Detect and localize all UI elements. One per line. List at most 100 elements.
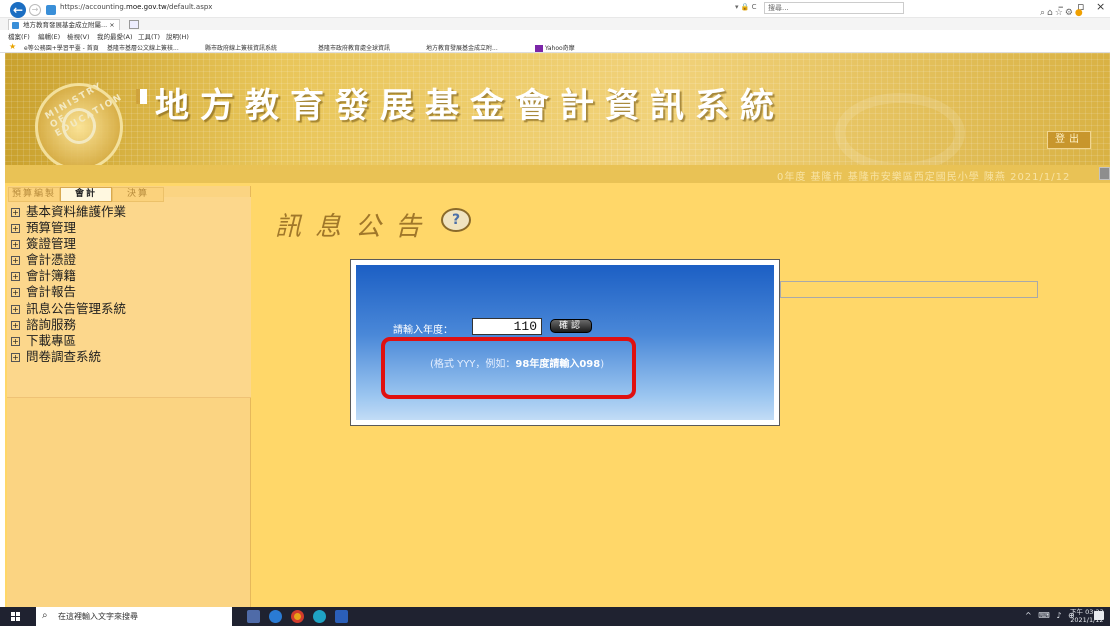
- background-input-box: [780, 281, 1038, 298]
- sidebar-item-basic-data[interactable]: + 基本資料維護作業: [11, 204, 126, 220]
- tab-final-accounts[interactable]: 決算: [112, 187, 164, 202]
- tab-accounting[interactable]: 會計: [60, 187, 112, 202]
- screen: ← → https://accounting.moe.gov.tw/defaul…: [0, 0, 1110, 626]
- favorite-link-yahoo[interactable]: Yahoo奇摩: [535, 43, 575, 52]
- url-domain: moe.gov.tw: [126, 3, 167, 11]
- notification-icon[interactable]: [1094, 611, 1104, 620]
- menu-file[interactable]: 檔案(F): [8, 31, 30, 41]
- sidebar: 預算編製 會計 決算 + 基本資料維護作業 + 預算管理 + 簽證管理 + 會計憑證 +…: [7, 186, 251, 607]
- confirm-button[interactable]: 確認: [550, 319, 592, 333]
- sidebar-item-label: 會計簿籍: [26, 268, 77, 284]
- user-status-text: 0年度 基隆市 基隆市安樂區西定國民小學 陳燕 2021/1/12: [777, 172, 1071, 183]
- home-icon[interactable]: ⌂: [1047, 8, 1055, 18]
- news-speech-bubble-icon: ?: [441, 208, 471, 232]
- taskbar-search-input[interactable]: ⌕ 在這裡輸入文字來搜尋: [36, 607, 232, 626]
- address-tools[interactable]: ▾ 🔒 C: [735, 3, 757, 11]
- yahoo-label: Yahoo奇摩: [545, 45, 575, 52]
- browser-tab[interactable]: 地方教育發展基金成立附屬... ×: [8, 19, 120, 30]
- tab-budget[interactable]: 預算編製: [8, 187, 60, 202]
- address-url[interactable]: https://accounting.moe.gov.tw/default.as…: [60, 3, 212, 11]
- sidebar-item-label: 會計憑證: [26, 252, 77, 268]
- internet-explorer-icon[interactable]: [269, 610, 282, 623]
- menu-help[interactable]: 說明(H): [166, 31, 189, 41]
- sidebar-item-label: 下載專區: [26, 332, 77, 348]
- browser-toolbar-icons[interactable]: ⌕⌂☆⚙●: [1040, 8, 1085, 18]
- logout-button[interactable]: 登出: [1047, 131, 1091, 149]
- tab-title: 地方教育發展基金成立附屬... ×: [23, 21, 115, 29]
- sidebar-item-ledgers[interactable]: + 會計簿籍: [11, 268, 126, 284]
- taskbar-search-placeholder: 在這裡輸入文字來搜尋: [58, 612, 138, 621]
- expand-plus-icon[interactable]: +: [11, 208, 20, 217]
- start-icon-pane: [16, 612, 20, 616]
- expand-plus-icon[interactable]: +: [11, 256, 20, 266]
- edge-icon[interactable]: [313, 610, 326, 623]
- expand-plus-icon[interactable]: +: [11, 288, 20, 298]
- favorite-link-3[interactable]: 縣市政府線上簽核資訊系統: [205, 43, 277, 52]
- sidebar-item-budget[interactable]: + 預算管理: [11, 220, 126, 236]
- back-arrow-icon[interactable]: ←: [10, 2, 26, 18]
- favorite-link-1[interactable]: e等公務園+學習平臺 - 首頁: [24, 43, 99, 52]
- expand-plus-icon[interactable]: +: [11, 320, 20, 330]
- menu-view[interactable]: 檢視(V): [67, 31, 90, 41]
- chrome-icon[interactable]: [291, 610, 304, 623]
- sidebar-nav-list: + 基本資料維護作業 + 預算管理 + 簽證管理 + 會計憑證 + 會計簿籍 + 會計報告 …: [11, 204, 126, 365]
- expand-plus-icon[interactable]: +: [11, 224, 20, 234]
- favorite-link-2[interactable]: 基隆市基層公文線上簽核...: [107, 43, 179, 52]
- sidebar-item-label: 簽證管理: [26, 236, 77, 252]
- favorites-bar: ★ e等公務園+學習平臺 - 首頁 基隆市基層公文線上簽核... 縣市政府線上簽…: [0, 41, 1110, 53]
- status-bar-button[interactable]: [1099, 167, 1110, 180]
- favorites-star-icon[interactable]: ★: [9, 43, 16, 51]
- sidebar-item-label: 預算管理: [26, 220, 77, 236]
- search-icon: ⌕: [42, 610, 48, 621]
- file-explorer-icon[interactable]: [247, 610, 260, 623]
- ministry-of-education-logo: MINISTRY OF EDUCATION: [35, 81, 125, 171]
- browser-menu-bar: 檔案(F) 編輯(E) 檢視(V) 我的最愛(A) 工具(T) 說明(H): [0, 30, 1110, 41]
- sidebar-item-surveys[interactable]: + 問卷調查系統: [11, 349, 126, 365]
- search-icon[interactable]: ⌕: [1040, 8, 1047, 18]
- word-app-icon[interactable]: [335, 610, 348, 623]
- forward-arrow-icon[interactable]: →: [29, 4, 41, 16]
- start-icon-pane: [11, 617, 15, 621]
- settings-gear-icon[interactable]: ⚙: [1065, 8, 1075, 18]
- logo-inner-ring: [62, 108, 96, 144]
- start-icon-pane: [16, 617, 20, 621]
- menu-tools[interactable]: 工具(T): [138, 31, 160, 41]
- sidebar-item-reports[interactable]: + 會計報告: [11, 284, 126, 300]
- close-icon[interactable]: ×: [1096, 0, 1105, 13]
- favorite-link-4[interactable]: 基隆市政府教育處全球資訊: [318, 43, 390, 52]
- new-tab-icon[interactable]: [129, 20, 139, 29]
- sidebar-item-consulting[interactable]: + 諮詢服務: [11, 317, 126, 333]
- sidebar-item-announcements[interactable]: + 訊息公告管理系統: [11, 301, 126, 317]
- windows-taskbar: ⌕ 在這裡輸入文字來搜尋 ^ ⌨ ♪ ⊕ 下午 03:23 2021/1/12: [0, 607, 1110, 626]
- url-path: /default.aspx: [166, 3, 213, 11]
- news-title: 訊息公告: [275, 212, 436, 242]
- expand-plus-icon[interactable]: +: [11, 336, 20, 346]
- sidebar-item-downloads[interactable]: + 下載專區: [11, 333, 126, 349]
- browser-search-input[interactable]: 搜尋...: [764, 2, 904, 14]
- sidebar-item-vouchers[interactable]: + 會計憑證: [11, 252, 126, 268]
- header-decoration: [835, 93, 965, 173]
- expand-plus-icon[interactable]: +: [11, 240, 20, 250]
- menu-edit[interactable]: 編輯(E): [38, 31, 60, 41]
- sidebar-item-endorsement[interactable]: + 簽證管理: [11, 236, 126, 252]
- year-input[interactable]: 110: [472, 318, 542, 335]
- sidebar-item-label: 基本資料維護作業: [26, 204, 127, 219]
- yahoo-icon: [535, 45, 543, 52]
- site-header: MINISTRY OF EDUCATION 地方教育發展基金會計資訊系統 登出: [5, 53, 1110, 173]
- site-title: 地方教育發展基金會計資訊系統: [155, 86, 785, 126]
- expand-plus-icon[interactable]: +: [11, 272, 20, 282]
- sidebar-item-label: 訊息公告管理系統: [26, 300, 127, 316]
- expand-plus-icon[interactable]: +: [11, 352, 20, 362]
- sidebar-item-label: 問卷調查系統: [26, 348, 102, 364]
- favorites-star-icon[interactable]: ☆: [1055, 8, 1065, 18]
- browser-tab-row: 地方教育發展基金成立附屬... ×: [0, 18, 1110, 30]
- expand-plus-icon[interactable]: +: [11, 304, 20, 314]
- windows-start-icon[interactable]: [11, 612, 20, 621]
- user-status-bar: 0年度 基隆市 基隆市安樂區西定國民小學 陳燕 2021/1/12: [5, 165, 1110, 183]
- smiley-icon[interactable]: ●: [1075, 8, 1085, 18]
- url-prefix: https://accounting.: [60, 3, 127, 11]
- favorite-link-5[interactable]: 地方教育發展基金成立附...: [426, 43, 498, 52]
- year-label: 請輸入年度：: [393, 325, 453, 336]
- system-tray-icons[interactable]: ^ ⌨ ♪ ⊕: [1025, 611, 1077, 620]
- menu-favorites[interactable]: 我的最愛(A): [97, 31, 133, 41]
